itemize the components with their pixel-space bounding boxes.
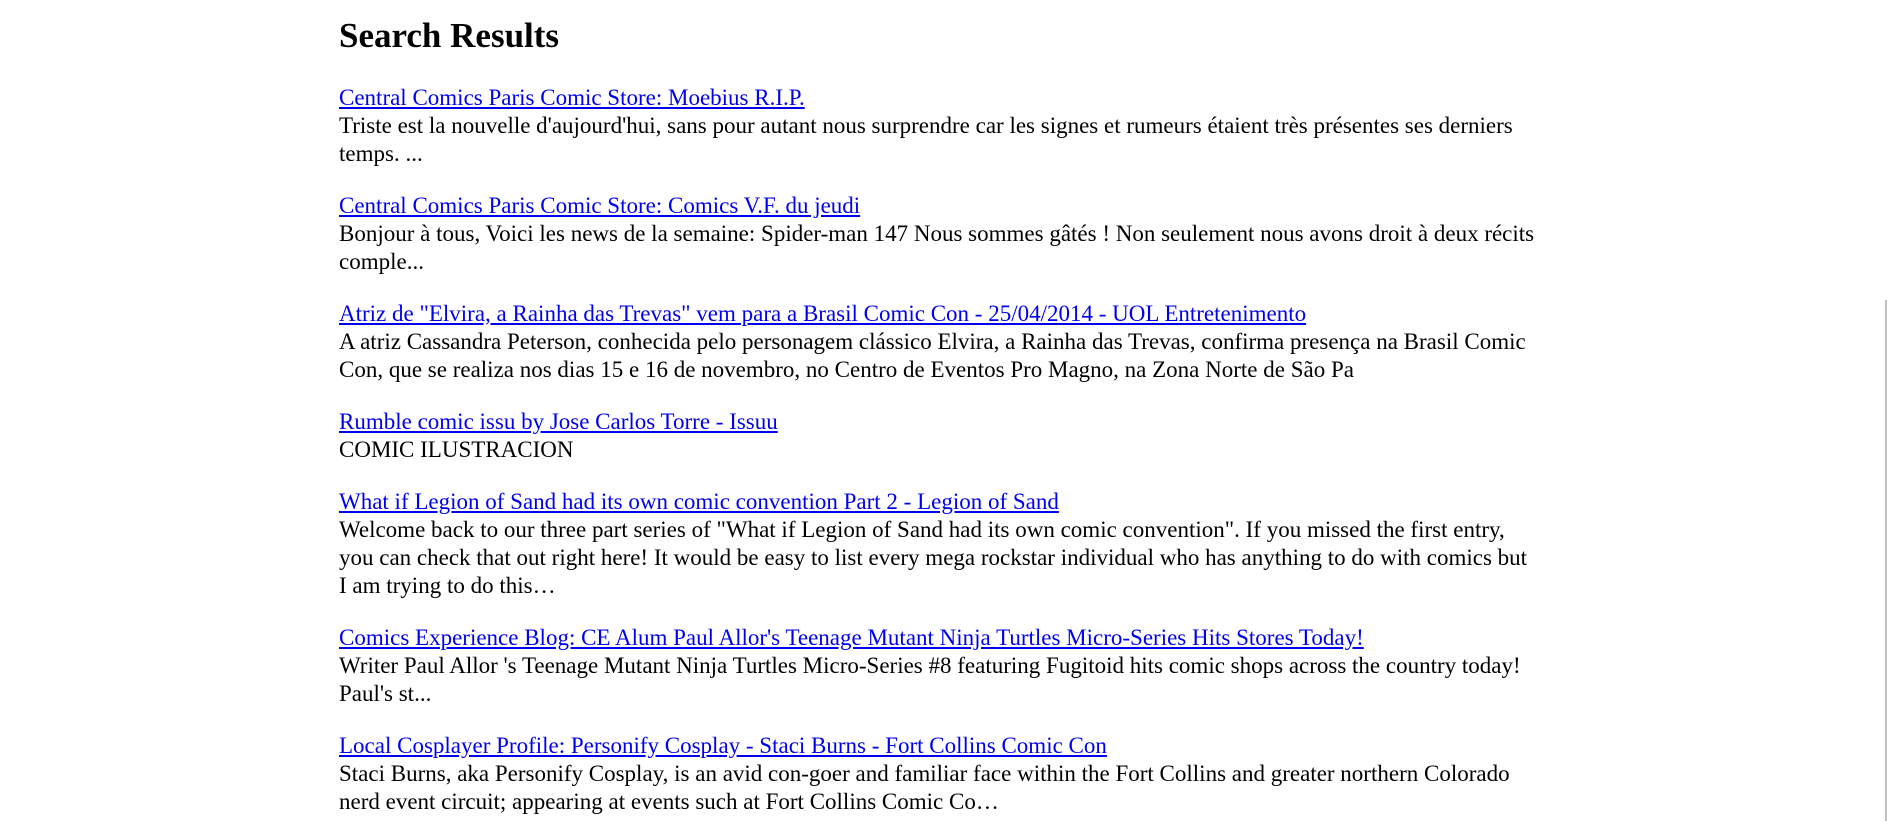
result-snippet: Writer Paul Allor 's Teenage Mutant Ninj… — [339, 653, 1521, 706]
result-link[interactable]: Rumble comic issu by Jose Carlos Torre -… — [339, 408, 778, 436]
result-item: Rumble comic issu by Jose Carlos Torre -… — [339, 408, 1539, 464]
page-title: Search Results — [339, 16, 560, 55]
result-link[interactable]: Central Comics Paris Comic Store: Comics… — [339, 192, 860, 220]
result-snippet: A atriz Cassandra Peterson, conhecida pe… — [339, 329, 1526, 382]
result-item: Central Comics Paris Comic Store: Comics… — [339, 192, 1539, 276]
result-snippet: COMIC ILUSTRACION — [339, 437, 574, 462]
result-snippet: Bonjour à tous, Voici les news de la sem… — [339, 221, 1535, 274]
result-link[interactable]: What if Legion of Sand had its own comic… — [339, 488, 1059, 516]
result-item: What if Legion of Sand had its own comic… — [339, 488, 1539, 600]
result-link[interactable]: Atriz de "Elvira, a Rainha das Trevas" v… — [339, 300, 1306, 328]
vertical-scrollbar[interactable] — [1882, 0, 1890, 821]
result-snippet: Triste est la nouvelle d'aujourd'hui, sa… — [339, 113, 1513, 166]
scrollbar-thumb[interactable] — [1885, 300, 1887, 821]
result-link[interactable]: Local Cosplayer Profile: Personify Cospl… — [339, 732, 1107, 760]
result-item: Local Cosplayer Profile: Personify Cospl… — [339, 732, 1539, 816]
results-list: Central Comics Paris Comic Store: Moebiu… — [339, 84, 1539, 816]
result-item: Central Comics Paris Comic Store: Moebiu… — [339, 84, 1539, 168]
result-item: Atriz de "Elvira, a Rainha das Trevas" v… — [339, 300, 1539, 384]
result-link[interactable]: Central Comics Paris Comic Store: Moebiu… — [339, 84, 805, 112]
result-item: Comics Experience Blog: CE Alum Paul All… — [339, 624, 1539, 708]
result-snippet: Staci Burns, aka Personify Cosplay, is a… — [339, 761, 1510, 814]
result-link[interactable]: Comics Experience Blog: CE Alum Paul All… — [339, 624, 1364, 652]
search-results-page: Search Results Central Comics Paris Comi… — [339, 0, 1539, 821]
result-snippet: Welcome back to our three part series of… — [339, 517, 1528, 598]
